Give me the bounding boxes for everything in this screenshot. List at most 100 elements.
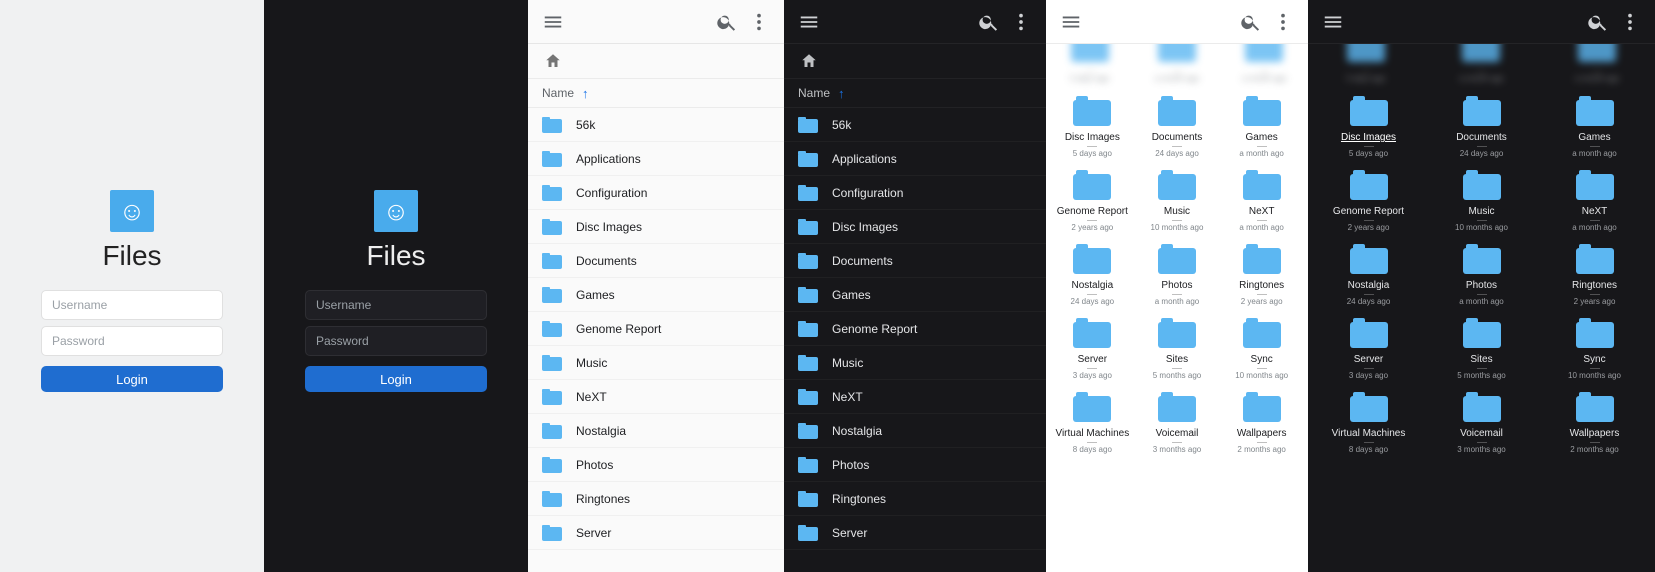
item-meta: 24 days ago: [1347, 297, 1391, 306]
grid-item[interactable]: Disc Images5 days ago: [1312, 92, 1425, 162]
divider: [1087, 294, 1097, 295]
grid-item[interactable]: Sync10 months ago: [1219, 314, 1304, 384]
grid-item[interactable]: Voicemail3 months ago: [1135, 388, 1220, 458]
list-item[interactable]: Games: [784, 278, 1046, 312]
folder-icon: [1576, 96, 1614, 126]
more-icon[interactable]: [1010, 11, 1032, 33]
breadcrumb[interactable]: [784, 44, 1046, 78]
folder-icon: [1463, 392, 1501, 422]
grid-item[interactable]: Genome Report2 years ago: [1312, 166, 1425, 236]
search-icon[interactable]: [716, 11, 738, 33]
more-icon[interactable]: [1272, 11, 1294, 33]
item-label: Virtual Machines: [1055, 428, 1129, 439]
list-item[interactable]: Server: [528, 516, 784, 550]
list-item[interactable]: Music: [528, 346, 784, 380]
search-icon[interactable]: [978, 11, 1000, 33]
grid-item[interactable]: Gamesa month ago: [1538, 92, 1651, 162]
login-button[interactable]: Login: [41, 366, 223, 392]
grid-item[interactable]: Sites5 months ago: [1425, 314, 1538, 384]
toolbar: [1046, 0, 1308, 43]
grid-item[interactable]: Voicemail3 months ago: [1425, 388, 1538, 458]
grid-item[interactable]: NeXTa month ago: [1219, 166, 1304, 236]
grid-item[interactable]: Disc Images5 days ago: [1050, 92, 1135, 162]
column-header[interactable]: Name ↑: [784, 78, 1046, 108]
list-item[interactable]: Music: [784, 346, 1046, 380]
list-item[interactable]: Documents: [528, 244, 784, 278]
grid-item[interactable]: a month ago: [1221, 44, 1308, 87]
username-field[interactable]: [41, 290, 223, 320]
grid-item[interactable]: a month ago: [1133, 44, 1220, 87]
menu-icon[interactable]: [1060, 11, 1082, 33]
list-item[interactable]: Ringtones: [784, 482, 1046, 516]
grid-item[interactable]: Nostalgia24 days ago: [1050, 240, 1135, 310]
list-item[interactable]: Disc Images: [784, 210, 1046, 244]
item-label: Games: [576, 288, 615, 302]
more-icon[interactable]: [748, 11, 770, 33]
grid-item[interactable]: Server3 days ago: [1312, 314, 1425, 384]
list-item[interactable]: Nostalgia: [528, 414, 784, 448]
grid-item[interactable]: Sync10 months ago: [1538, 314, 1651, 384]
grid-item[interactable]: Ringtones2 years ago: [1219, 240, 1304, 310]
search-icon[interactable]: [1587, 11, 1609, 33]
list-item[interactable]: Games: [528, 278, 784, 312]
folder-icon: [1576, 244, 1614, 274]
grid-item[interactable]: Documents24 days ago: [1135, 92, 1220, 162]
grid-item[interactable]: Gamesa month ago: [1219, 92, 1304, 162]
item-meta: 3 days ago: [1349, 371, 1388, 380]
folder-icon: [798, 151, 818, 167]
grid-item[interactable]: Ringtones2 years ago: [1538, 240, 1651, 310]
item-label: Ringtones: [1572, 280, 1617, 291]
grid-item[interactable]: Genome Report2 years ago: [1050, 166, 1135, 236]
list-item[interactable]: Configuration: [784, 176, 1046, 210]
username-field[interactable]: [305, 290, 487, 320]
grid-item[interactable]: 5 days ago: [1308, 44, 1424, 87]
list-item[interactable]: NeXT: [528, 380, 784, 414]
grid-item[interactable]: 5 days ago: [1046, 44, 1133, 87]
list-item[interactable]: Photos: [528, 448, 784, 482]
list-item[interactable]: Applications: [528, 142, 784, 176]
list-item[interactable]: Photos: [784, 448, 1046, 482]
list-item[interactable]: NeXT: [784, 380, 1046, 414]
grid-item[interactable]: a month ago: [1539, 44, 1655, 87]
grid-item[interactable]: Wallpapers2 months ago: [1219, 388, 1304, 458]
grid-item[interactable]: Server3 days ago: [1050, 314, 1135, 384]
grid-item[interactable]: Virtual Machines8 days ago: [1050, 388, 1135, 458]
login-button[interactable]: Login: [305, 366, 487, 392]
password-field[interactable]: [305, 326, 487, 356]
list-item[interactable]: Documents: [784, 244, 1046, 278]
grid-item[interactable]: Virtual Machines8 days ago: [1312, 388, 1425, 458]
menu-icon[interactable]: [542, 11, 564, 33]
list-item[interactable]: Disc Images: [528, 210, 784, 244]
list-item[interactable]: Server: [784, 516, 1046, 550]
breadcrumb[interactable]: [528, 44, 784, 78]
grid-item[interactable]: NeXTa month ago: [1538, 166, 1651, 236]
folder-icon: [1576, 170, 1614, 200]
more-icon[interactable]: [1619, 11, 1641, 33]
column-header[interactable]: Name ↑: [528, 78, 784, 108]
grid-item[interactable]: Nostalgia 24 days ago: [1312, 240, 1425, 310]
list-item[interactable]: 56k: [528, 108, 784, 142]
menu-icon[interactable]: [1322, 11, 1344, 33]
list-item[interactable]: Genome Report: [528, 312, 784, 346]
grid-item[interactable]: Sites5 months ago: [1135, 314, 1220, 384]
menu-icon[interactable]: [798, 11, 820, 33]
grid-item[interactable]: Music10 months ago: [1425, 166, 1538, 236]
grid-item[interactable]: a month ago: [1424, 44, 1540, 87]
list-item[interactable]: Applications: [784, 142, 1046, 176]
item-label: Nostalgia: [1348, 280, 1390, 291]
grid-item[interactable]: Documents24 days ago: [1425, 92, 1538, 162]
grid-item[interactable]: Photosa month ago: [1135, 240, 1220, 310]
search-icon[interactable]: [1240, 11, 1262, 33]
grid-item[interactable]: Music10 months ago: [1135, 166, 1220, 236]
list-item[interactable]: 56k: [784, 108, 1046, 142]
list-item[interactable]: Genome Report: [784, 312, 1046, 346]
grid-item[interactable]: Photosa month ago: [1425, 240, 1538, 310]
list-item[interactable]: Nostalgia: [784, 414, 1046, 448]
list-item[interactable]: Ringtones: [528, 482, 784, 516]
item-label: Sites: [1470, 354, 1492, 365]
folder-icon: [1463, 96, 1501, 126]
grid-item[interactable]: Wallpapers2 months ago: [1538, 388, 1651, 458]
list-item[interactable]: Configuration: [528, 176, 784, 210]
password-field[interactable]: [41, 326, 223, 356]
divider: [1087, 146, 1097, 147]
